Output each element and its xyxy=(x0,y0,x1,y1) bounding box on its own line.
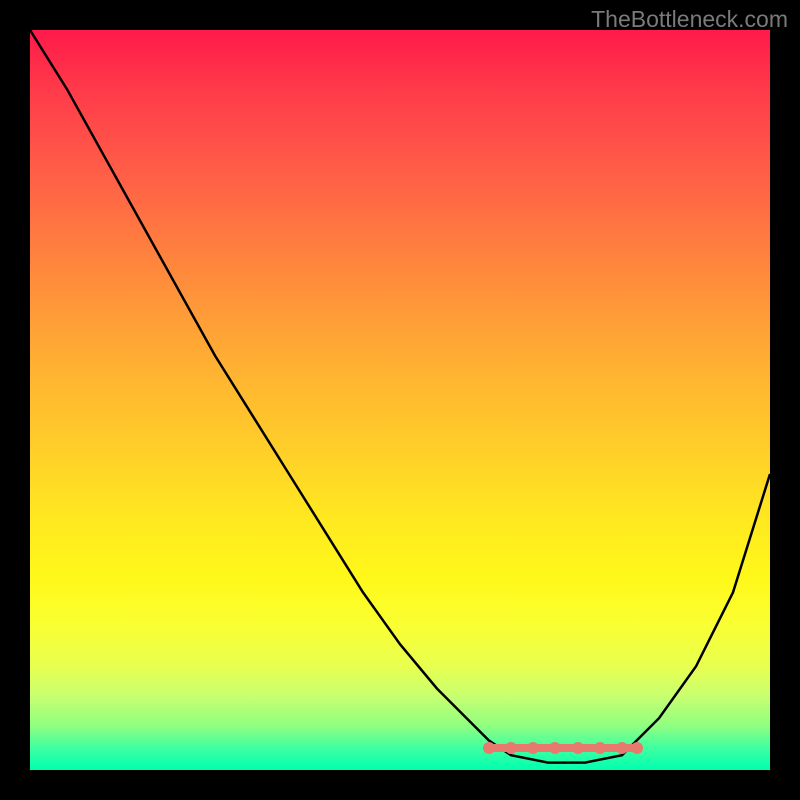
marker-dot xyxy=(631,742,643,754)
marker-dot xyxy=(549,742,561,754)
marker-dot xyxy=(527,742,539,754)
marker-dot xyxy=(616,742,628,754)
marker-dot xyxy=(594,742,606,754)
chart-curve xyxy=(30,30,770,770)
chart-plot-area xyxy=(30,30,770,770)
watermark-text: TheBottleneck.com xyxy=(591,6,788,33)
marker-dot xyxy=(572,742,584,754)
marker-dot xyxy=(483,742,495,754)
marker-dot xyxy=(505,742,517,754)
